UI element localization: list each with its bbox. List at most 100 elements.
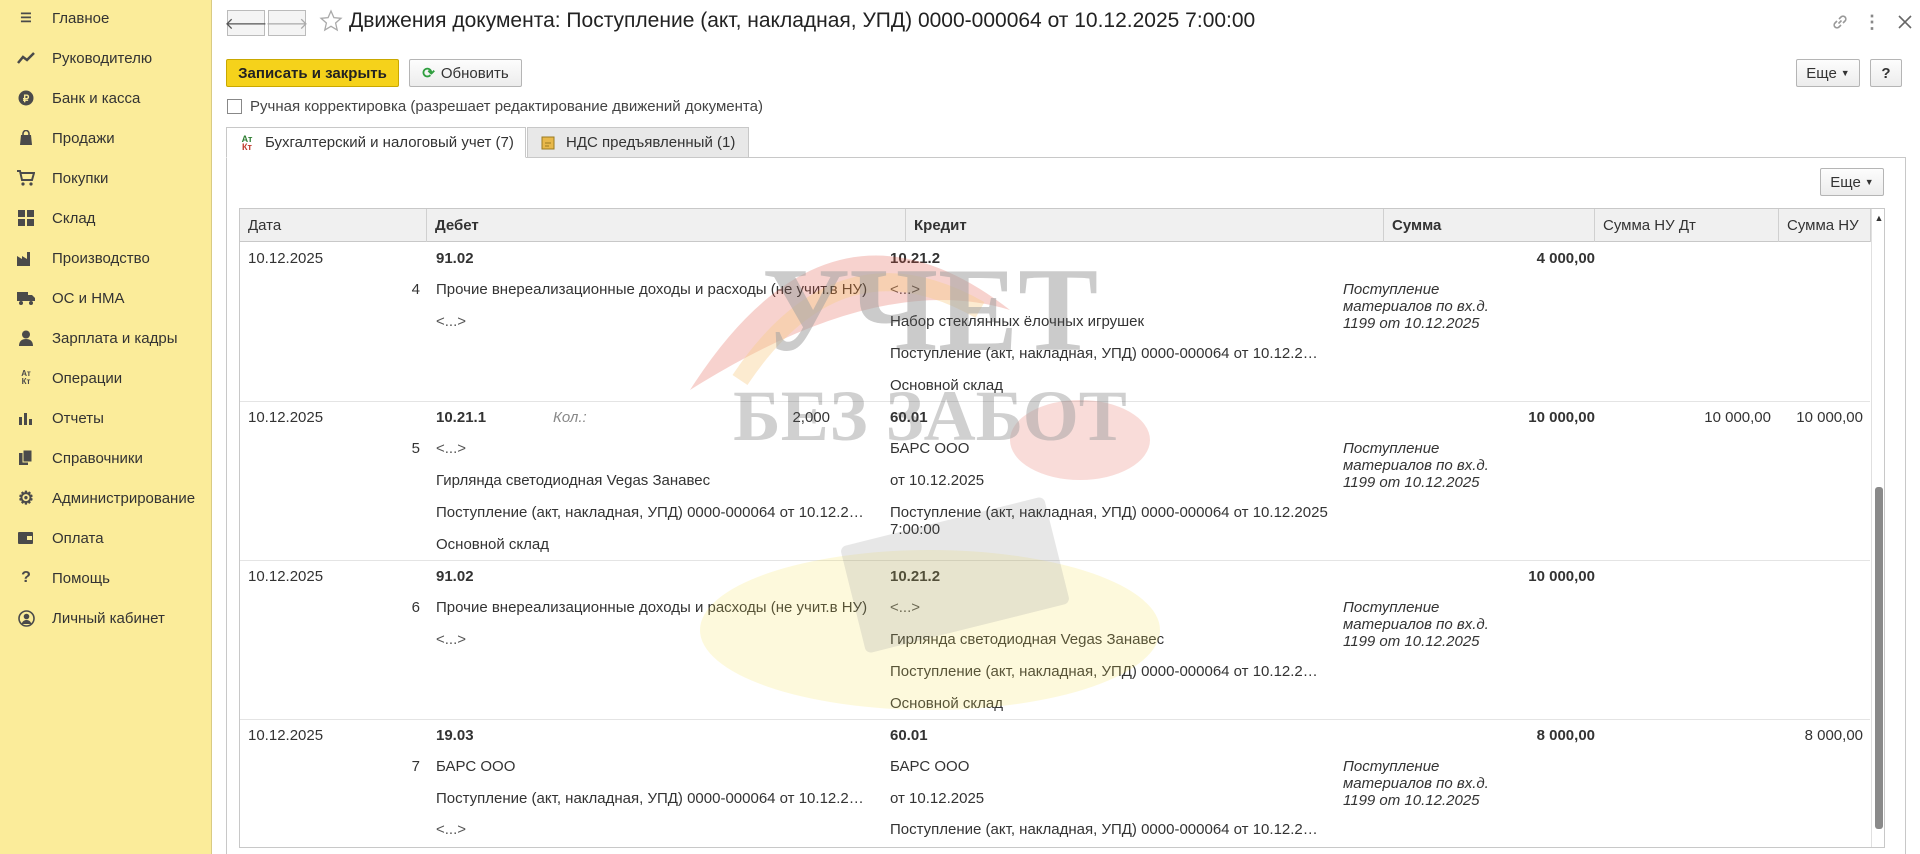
help-button[interactable]: ? bbox=[1870, 59, 1902, 87]
row-date: 10.12.2025 bbox=[248, 409, 324, 426]
sidebar-item-production[interactable]: Производство bbox=[0, 238, 212, 278]
manual-edit-label: Ручная корректировка (разрешает редактир… bbox=[250, 98, 763, 115]
page-title: Движения документа: Поступление (акт, на… bbox=[349, 9, 1256, 32]
sidebar-item-label: Личный кабинет bbox=[52, 609, 165, 627]
sidebar-item-label: Операции bbox=[52, 369, 123, 387]
cart-icon bbox=[17, 169, 35, 187]
sidebar-item-sales[interactable]: Продажи bbox=[0, 118, 212, 158]
manual-edit-checkbox-row[interactable]: Ручная корректировка (разрешает редактир… bbox=[227, 98, 763, 115]
sidebar-item-label: Зарплата и кадры bbox=[52, 329, 178, 347]
row-sum-nu-kt: 8 000,00 bbox=[1804, 727, 1863, 744]
credit-subconto: Поступление (акт, накладная, УПД) 0000-0… bbox=[890, 663, 1326, 680]
sidebar-item-label: Помощь bbox=[52, 569, 110, 587]
row-sum: 8 000,00 bbox=[1536, 727, 1595, 744]
debit-subconto: БАРС ООО bbox=[436, 758, 516, 775]
table-row[interactable]: 10.12.2025 4 91.02 Прочие внереализацион… bbox=[240, 243, 1870, 402]
row-date: 10.12.2025 bbox=[248, 250, 324, 267]
credit-subconto: БАРС ООО bbox=[890, 440, 970, 457]
dt-kt-icon: Ат Кт bbox=[241, 133, 253, 152]
tab-label: Бухгалтерский и налоговый учет (7) bbox=[265, 134, 514, 151]
row-sum: 10 000,00 bbox=[1528, 409, 1595, 426]
column-header-date[interactable]: Дата bbox=[240, 209, 427, 242]
quantity-label: Кол.: bbox=[553, 409, 587, 426]
books-icon bbox=[17, 449, 35, 467]
column-header-sum[interactable]: Сумма bbox=[1384, 209, 1595, 242]
sidebar-item-help[interactable]: ? Помощь bbox=[0, 558, 212, 598]
sidebar-item-label: ОС и НМА bbox=[52, 289, 125, 307]
sidebar-item-payment[interactable]: Оплата bbox=[0, 518, 212, 558]
sidebar-item-admin[interactable]: ⚙ Администрирование bbox=[0, 478, 212, 518]
register-icon bbox=[540, 135, 556, 151]
column-header-sum-nu-kt[interactable]: Сумма НУ bbox=[1779, 209, 1871, 242]
save-and-close-button[interactable]: Записать и закрыть bbox=[226, 59, 399, 87]
credit-subconto: Поступление (акт, накладная, УПД) 0000-0… bbox=[890, 821, 1326, 838]
help-icon: ? bbox=[21, 569, 31, 586]
gear-icon: ⚙ bbox=[17, 487, 35, 508]
bar-chart-icon bbox=[17, 409, 35, 427]
table-scrollbar[interactable]: ▲ bbox=[1871, 209, 1884, 847]
chevron-down-icon: ▼ bbox=[1840, 68, 1850, 78]
column-header-credit[interactable]: Кредит bbox=[906, 209, 1384, 242]
sidebar-item-catalogs[interactable]: Справочники bbox=[0, 438, 212, 478]
sidebar-item-manager[interactable]: Руководителю bbox=[0, 38, 212, 78]
row-content: Поступление материалов по вх.д. 1199 от … bbox=[1343, 440, 1489, 491]
credit-subconto: <...> bbox=[890, 281, 921, 298]
sidebar-item-label: Производство bbox=[52, 249, 150, 267]
row-sum: 10 000,00 bbox=[1528, 568, 1595, 585]
manual-edit-checkbox[interactable] bbox=[227, 99, 242, 114]
tab-vat[interactable]: НДС предъявленный (1) bbox=[527, 127, 749, 158]
column-header-sum-nu-dt[interactable]: Сумма НУ Дт bbox=[1595, 209, 1779, 242]
tab-label: НДС предъявленный (1) bbox=[566, 134, 736, 151]
payment-icon bbox=[17, 529, 35, 547]
truck-icon bbox=[17, 289, 35, 307]
debit-subconto: Основной склад bbox=[436, 536, 550, 553]
sidebar-item-main[interactable]: ☰ Главное bbox=[0, 0, 212, 38]
debit-account: 10.21.1 bbox=[436, 409, 487, 426]
row-sum-nu-kt: 10 000,00 bbox=[1796, 409, 1863, 426]
sidebar-item-label: Оплата bbox=[52, 529, 104, 547]
row-sum: 4 000,00 bbox=[1536, 250, 1595, 267]
sidebar-item-label: Покупки bbox=[52, 169, 109, 187]
table-more-button[interactable]: Еще ▼ bbox=[1820, 168, 1884, 196]
more-button[interactable]: Еще ▼ bbox=[1796, 59, 1860, 87]
tab-accounting[interactable]: Ат Кт Бухгалтерский и налоговый учет (7) bbox=[226, 127, 526, 158]
more-vertical-icon[interactable]: ⋮ bbox=[1861, 11, 1883, 33]
row-content: Поступление материалов по вх.д. 1199 от … bbox=[1343, 758, 1489, 809]
link-icon[interactable] bbox=[1829, 11, 1851, 33]
row-content: Поступление материалов по вх.д. 1199 от … bbox=[1343, 281, 1489, 332]
forward-button[interactable]: 🡒 bbox=[265, 10, 309, 36]
sidebar-item-account[interactable]: Личный кабинет bbox=[0, 598, 212, 638]
row-content: Поступление материалов по вх.д. 1199 от … bbox=[1343, 599, 1489, 650]
table-row[interactable]: 10.12.2025 7 19.03 БАРС ООО Поступление … bbox=[240, 720, 1870, 847]
favorite-star-icon[interactable] bbox=[319, 9, 343, 33]
dt-kt-icon: Ат Кт bbox=[21, 369, 31, 386]
trend-icon bbox=[17, 49, 35, 67]
column-header-debit[interactable]: Дебет bbox=[427, 209, 906, 242]
sidebar-item-warehouse[interactable]: Склад bbox=[0, 198, 212, 238]
sidebar-item-fixed-assets[interactable]: ОС и НМА bbox=[0, 278, 212, 318]
refresh-button[interactable]: ⟳ Обновить bbox=[409, 59, 522, 87]
table-row[interactable]: 10.12.2025 5 10.21.1 Кол.: 2,000 <...> Г… bbox=[240, 402, 1870, 561]
back-button[interactable]: 🡐 bbox=[225, 10, 267, 36]
close-icon[interactable] bbox=[1894, 11, 1916, 33]
sidebar-item-reports[interactable]: Отчеты bbox=[0, 398, 212, 438]
sidebar-item-salary[interactable]: Зарплата и кадры bbox=[0, 318, 212, 358]
row-date: 10.12.2025 bbox=[248, 568, 324, 585]
debit-subconto: <...> bbox=[436, 631, 467, 648]
table-row[interactable]: 10.12.2025 6 91.02 Прочие внереализацион… bbox=[240, 561, 1870, 720]
sidebar-item-purchases[interactable]: Покупки bbox=[0, 158, 212, 198]
factory-icon bbox=[17, 249, 35, 267]
credit-subconto: от 10.12.2025 bbox=[890, 790, 985, 807]
sidebar-item-label: Продажи bbox=[52, 129, 115, 147]
sidebar-item-label: Справочники bbox=[52, 449, 143, 467]
scroll-thumb[interactable] bbox=[1875, 487, 1883, 829]
credit-subconto: <...> bbox=[890, 599, 921, 616]
sidebar-item-bank[interactable]: ₽ Банк и касса bbox=[0, 78, 212, 118]
sidebar-item-label: Руководителю bbox=[52, 49, 153, 67]
sidebar-item-operations[interactable]: Ат Кт Операции bbox=[0, 358, 212, 398]
table-header: Дата Дебет Кредит Сумма Сумма НУ Дт Сумм… bbox=[240, 209, 1884, 242]
scroll-up-icon[interactable]: ▲ bbox=[1874, 213, 1884, 223]
more-label: Еще bbox=[1806, 64, 1837, 82]
bank-icon: ₽ bbox=[17, 89, 35, 107]
arrow-right-icon: 🡒 bbox=[265, 15, 309, 33]
